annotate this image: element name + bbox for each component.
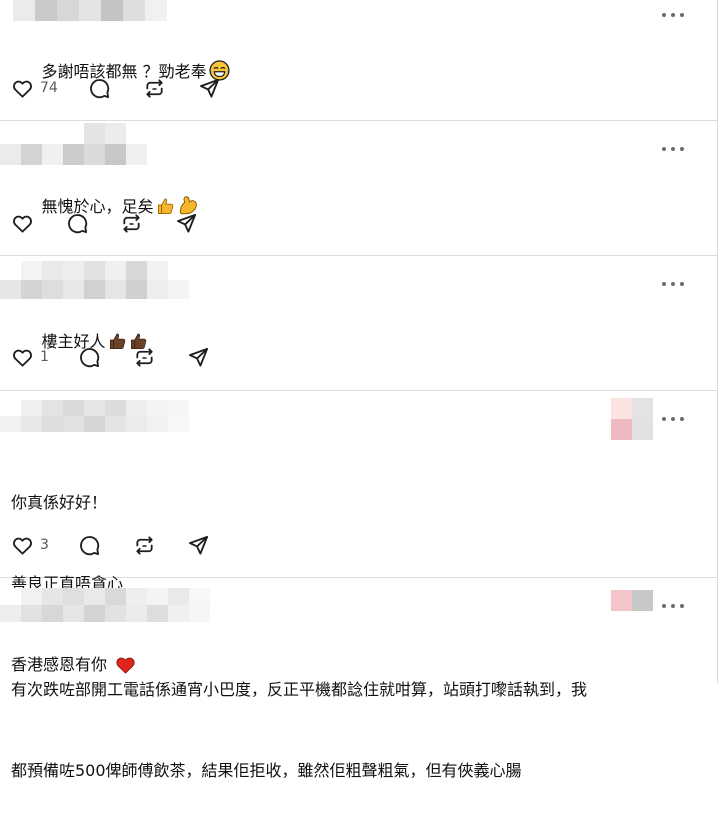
more-dots-icon [662, 282, 666, 286]
repost-arrows-icon [136, 535, 153, 555]
blurred-username [0, 400, 210, 432]
reply-button[interactable] [78, 345, 101, 369]
more-options-button[interactable] [662, 412, 684, 426]
more-options-button[interactable] [662, 599, 684, 613]
paper-plane-icon [199, 78, 220, 98]
comment-post-5: 有次跌咗部開工電話係通宵小巴度，反正平機都諗住就咁算，站頭打嚟話執到，我 都預備… [0, 578, 717, 780]
heart-outline-icon [13, 215, 32, 233]
like-button[interactable]: 3 [11, 533, 49, 557]
blurred-media-thumbnail[interactable] [611, 590, 653, 632]
comment-line: 有次跌咗部開工電話係通宵小巴度，反正平機都諗住就咁算，站頭打嚟話執到，我 [11, 680, 588, 699]
paper-plane-icon [188, 535, 209, 555]
comment-post-4: 你真係好好！ 善良正直唔貪心 香港感恩有你 3 [0, 391, 717, 674]
thumbs-up-dark-emoji [108, 331, 127, 359]
like-button[interactable] [11, 211, 40, 235]
like-count: 1 [40, 349, 49, 365]
repost-button[interactable] [120, 211, 143, 235]
repost-arrows-icon [123, 213, 140, 233]
comment-line: 都預備咗500俾師傅飲茶，結果佢拒收，雖然佢粗聲粗氣，但有俠義心腸 [11, 761, 522, 780]
like-button[interactable]: 74 [11, 76, 58, 100]
heart-outline-icon [13, 349, 32, 367]
reply-button[interactable] [78, 533, 101, 557]
blurred-username [0, 261, 189, 299]
more-dots-icon [662, 13, 666, 17]
repost-arrows-icon [146, 78, 163, 98]
comment-text: 無愧於心，足矣 [11, 166, 199, 251]
like-count: 3 [40, 537, 49, 553]
more-dots-icon [662, 417, 666, 421]
comment-post-1: 多謝唔該都無 ？勁老奉 74 [0, 0, 717, 121]
repost-button[interactable] [143, 76, 166, 100]
more-options-button[interactable] [662, 142, 684, 156]
paper-plane-icon [188, 347, 209, 367]
comment-line: 多謝唔該都無 ？勁老奉 [41, 62, 207, 81]
heart-outline-icon [13, 80, 32, 98]
more-dots-icon [662, 147, 666, 151]
like-count: 74 [40, 80, 58, 96]
repost-arrows-icon [136, 347, 153, 367]
comment-post-3: 樓主好人 1 [0, 256, 717, 391]
comment-feed: 多謝唔該都無 ？勁老奉 74 無愧於心，足矣 樓主好人 1 你真係好好！ 善良正… [0, 0, 718, 780]
comment-post-2: 無愧於心，足矣 [0, 121, 717, 256]
repost-button[interactable] [133, 345, 156, 369]
speech-bubble-icon [80, 347, 100, 367]
more-options-button[interactable] [662, 8, 684, 22]
heart-outline-icon [13, 537, 32, 555]
comment-text: 有次跌咗部開工電話係通宵小巴度，反正平機都諗住就咁算，站頭打嚟話執到，我 都預備… [11, 622, 587, 838]
repost-button[interactable] [133, 533, 156, 557]
comment-text: 多謝唔該都無 ？勁老奉 [11, 31, 230, 116]
share-button[interactable] [175, 211, 198, 235]
like-button[interactable]: 1 [11, 345, 49, 369]
share-button[interactable] [198, 76, 221, 100]
blurred-username [0, 588, 231, 622]
speech-bubble-icon [68, 213, 88, 233]
blurred-media-thumbnail[interactable] [611, 398, 653, 440]
blurred-username [13, 0, 167, 21]
more-dots-icon [662, 604, 666, 608]
reply-button[interactable] [66, 211, 89, 235]
thumbs-up-emoji [156, 196, 175, 224]
more-options-button[interactable] [662, 277, 684, 291]
share-button[interactable] [187, 345, 210, 369]
speech-bubble-icon [90, 78, 110, 98]
paper-plane-icon [176, 213, 197, 233]
reply-button[interactable] [88, 76, 111, 100]
share-button[interactable] [187, 533, 210, 557]
speech-bubble-icon [80, 535, 100, 555]
blurred-username [0, 123, 147, 165]
comment-text: 樓主好人 [11, 301, 148, 386]
comment-line: 你真係好好！ [11, 493, 108, 512]
